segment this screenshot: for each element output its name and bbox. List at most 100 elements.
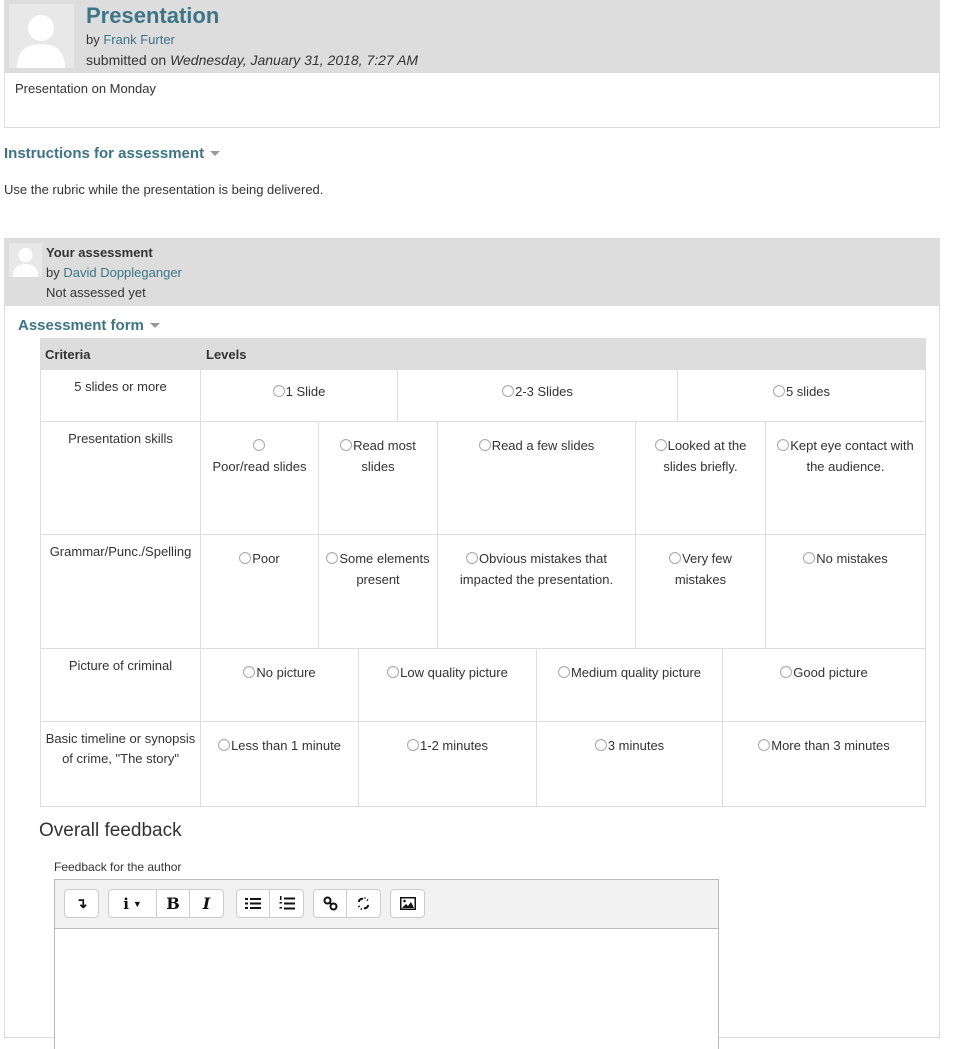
level-radio[interactable]	[502, 385, 515, 397]
rubric-level-option[interactable]: Less than 1 minute	[201, 722, 359, 806]
assessor-avatar	[9, 243, 42, 277]
rubric-level-option[interactable]: No mistakes	[766, 535, 925, 648]
level-label: 3 minutes	[607, 738, 665, 753]
overall-feedback-heading: Overall feedback	[39, 820, 182, 841]
submission-header: Presentation by Frank Furter submitted o…	[5, 0, 939, 73]
rubric-level-option[interactable]: 2-3 Slides	[398, 370, 678, 421]
rubric-level-option[interactable]: Very few mistakes	[636, 535, 766, 648]
level-label: 1-2 minutes	[420, 738, 488, 753]
level-radio[interactable]	[594, 739, 607, 751]
level-label: No mistakes	[816, 551, 888, 566]
level-radio[interactable]	[777, 439, 790, 451]
level-radio[interactable]	[669, 552, 682, 564]
instructions-toggle[interactable]: Instructions for assessment	[4, 145, 221, 162]
rubric-level-option[interactable]: No picture	[201, 649, 359, 721]
criterion-label: Picture of criminal	[41, 649, 201, 721]
submission-title[interactable]: Presentation	[86, 3, 219, 29]
rubric-body: 5 slides or more 1 Slide 2-3 Slides 5 slide…	[40, 370, 926, 807]
level-label: Looked at the slides briefly.	[663, 438, 747, 474]
rubric-levels: Poor Some elements present Obvious mistake…	[201, 535, 925, 648]
italic-icon: I	[202, 894, 211, 913]
rubric-level-option[interactable]: More than 3 minutes	[723, 722, 925, 806]
toolbar-group-media	[390, 889, 425, 918]
paragraph-styles-button[interactable]: i ▼	[109, 890, 157, 917]
rubric-level-option[interactable]: 1-2 minutes	[359, 722, 537, 806]
unordered-list-button[interactable]	[237, 890, 270, 917]
toolbar-group-lists	[236, 889, 304, 918]
rubric-level-option[interactable]: Poor	[201, 535, 319, 648]
level-radio[interactable]	[340, 439, 353, 451]
level-label: Kept eye contact with the audience.	[790, 438, 914, 474]
rubric-level-option[interactable]: Read a few slides	[438, 422, 636, 534]
level-radio[interactable]	[243, 666, 256, 678]
level-radio[interactable]	[780, 666, 793, 678]
level-label: Obvious mistakes that impacted the prese…	[459, 551, 614, 587]
rubric-level-option[interactable]: Obvious mistakes that impacted the prese…	[438, 535, 636, 648]
rubric-level-option[interactable]: Low quality picture	[359, 649, 537, 721]
unlink-button[interactable]	[347, 890, 380, 917]
level-radio[interactable]	[803, 552, 816, 564]
link-button[interactable]	[314, 890, 347, 917]
level-radio[interactable]	[387, 666, 400, 678]
level-label: Poor	[252, 551, 280, 566]
by-prefix: by	[46, 265, 60, 280]
instructions-text: Use the rubric while the presentation is…	[4, 182, 324, 197]
level-radio[interactable]	[557, 666, 570, 678]
level-label: Good picture	[793, 665, 868, 680]
italic-button[interactable]: I	[190, 890, 223, 917]
author-link[interactable]: Frank Furter	[103, 32, 175, 47]
assessment-header: Your assessment by David Doppleganger No…	[5, 239, 939, 306]
rubric-level-option[interactable]: Medium quality picture	[537, 649, 723, 721]
level-radio[interactable]	[654, 439, 667, 451]
author-avatar	[9, 4, 74, 68]
level-radio[interactable]	[272, 385, 285, 397]
level-radio[interactable]	[466, 552, 479, 564]
level-radio[interactable]	[218, 739, 231, 751]
level-radio[interactable]	[407, 739, 420, 751]
rubric-level-option[interactable]: Some elements present	[319, 535, 438, 648]
rubric-level-option[interactable]: Read most slides	[319, 422, 438, 534]
submission-date-line: submitted on Wednesday, January 31, 2018…	[86, 52, 418, 68]
assessment-form-toggle[interactable]: Assessment form	[18, 317, 160, 334]
link-icon	[323, 896, 337, 911]
rubric-level-option[interactable]: Looked at the slides briefly.	[636, 422, 766, 534]
level-radio[interactable]	[772, 385, 785, 397]
level-radio[interactable]	[253, 439, 265, 451]
paragraph-styles-icon: i	[123, 894, 129, 913]
bold-button[interactable]: B	[157, 890, 190, 917]
insert-image-button[interactable]	[391, 890, 424, 917]
bold-icon: B	[166, 894, 180, 913]
rubric-level-option[interactable]: 3 minutes	[537, 722, 723, 806]
assessment-status: Not assessed yet	[46, 285, 146, 300]
criterion-label: Basic timeline or synopsis of crime, "Th…	[41, 722, 201, 806]
level-label: More than 3 minutes	[771, 738, 890, 753]
level-label: Read most slides	[353, 438, 416, 474]
assessment-box: Your assessment by David Doppleganger No…	[4, 238, 940, 1049]
level-label: 2-3 Slides	[515, 384, 573, 399]
level-radio[interactable]	[478, 439, 491, 451]
level-label: Some elements present	[339, 551, 430, 587]
toggle-toolbar-button[interactable]: ↴	[65, 890, 98, 917]
rubric-table: Criteria Levels 5 slides or more 1 Slide 2…	[40, 338, 926, 807]
submission-box: Presentation by Frank Furter submitted o…	[4, 0, 940, 128]
toolbar-group-toggle: ↴	[64, 889, 99, 918]
rubric-level-option[interactable]: 1 Slide	[201, 370, 398, 421]
assessor-link[interactable]: David Doppleganger	[63, 265, 182, 280]
criteria-header: Criteria	[45, 346, 91, 362]
rubric-levels: Poor/read slides Read most slides Read a f…	[201, 422, 925, 534]
feedback-textarea[interactable]	[55, 929, 718, 1049]
rubric-level-option[interactable]: Poor/read slides	[201, 422, 319, 534]
rubric-level-option[interactable]: Kept eye contact with the audience.	[766, 422, 925, 534]
rubric-row: Basic timeline or synopsis of crime, "Th…	[40, 722, 926, 807]
level-radio[interactable]	[239, 552, 252, 564]
level-radio[interactable]	[758, 739, 771, 751]
rubric-level-option[interactable]: 5 slides	[678, 370, 925, 421]
assessment-title: Your assessment	[46, 245, 153, 260]
rubric-row: Presentation skills Poor/read slides Read …	[40, 422, 926, 535]
level-label: Poor/read slides	[212, 458, 307, 474]
ordered-list-button[interactable]	[270, 890, 303, 917]
caret-down-icon	[149, 322, 160, 328]
level-radio[interactable]	[326, 552, 339, 564]
caret-down-icon: ▼	[132, 898, 142, 909]
rubric-level-option[interactable]: Good picture	[723, 649, 925, 721]
